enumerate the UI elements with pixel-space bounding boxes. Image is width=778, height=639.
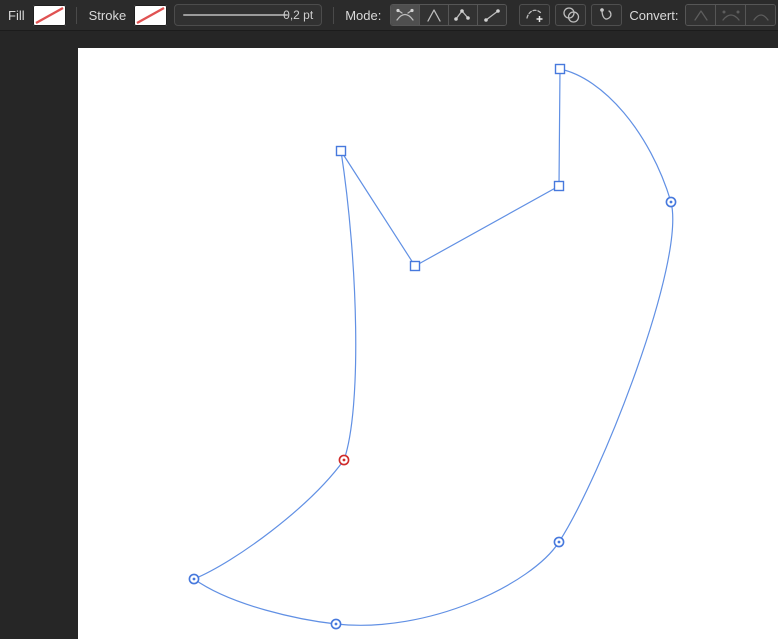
add-new-curve-icon bbox=[526, 9, 543, 22]
line-mode-icon bbox=[484, 9, 501, 22]
none-stroke-icon bbox=[136, 6, 165, 24]
edit-all-layers-button[interactable] bbox=[555, 4, 587, 26]
convert-smart-icon bbox=[722, 10, 740, 21]
none-fill-icon bbox=[35, 6, 64, 24]
sharp-angle-icon bbox=[427, 9, 441, 22]
pen-mode-smooth-button[interactable] bbox=[420, 5, 450, 25]
reverse-curve-icon bbox=[600, 8, 612, 20]
slider-track[interactable] bbox=[183, 14, 289, 16]
pen-mode-smart-button[interactable] bbox=[391, 5, 421, 25]
toolbar-separator bbox=[333, 6, 335, 24]
convert-sharp-icon bbox=[694, 10, 708, 21]
toolbar-separator bbox=[75, 6, 77, 24]
stroke-swatch[interactable] bbox=[134, 4, 168, 26]
polygon-mode-icon bbox=[454, 9, 471, 21]
vector-editor-window: { "toolbar": { "fill_label": "Fill", "st… bbox=[0, 0, 778, 639]
convert-label: Convert: bbox=[629, 7, 679, 23]
context-toolbar: Fill Stroke 0,2 pt Mode: Convert: bbox=[0, 0, 778, 31]
convert-smooth-icon bbox=[753, 14, 769, 21]
fill-label: Fill bbox=[8, 7, 25, 23]
stroke-width-value: 0,2 pt bbox=[283, 8, 314, 22]
mode-label: Mode: bbox=[345, 7, 382, 23]
convert-group bbox=[685, 4, 777, 26]
stroke-label: Stroke bbox=[88, 7, 127, 23]
convert-to-smooth-button[interactable] bbox=[746, 5, 776, 25]
overlapping-circles-icon bbox=[563, 7, 579, 23]
document-page[interactable] bbox=[78, 48, 778, 639]
smart-mode-icon bbox=[396, 8, 414, 21]
stroke-width-slider[interactable]: 0,2 pt bbox=[174, 4, 323, 26]
pen-mode-polygon-button[interactable] bbox=[449, 5, 479, 25]
reverse-curves-button[interactable] bbox=[591, 4, 623, 26]
convert-to-sharp-button[interactable] bbox=[686, 5, 717, 25]
fill-swatch[interactable] bbox=[32, 4, 66, 26]
add-new-curve-button[interactable] bbox=[519, 4, 551, 26]
pen-mode-group bbox=[390, 4, 508, 26]
pen-mode-line-button[interactable] bbox=[478, 5, 507, 25]
convert-to-smart-button[interactable] bbox=[716, 5, 747, 25]
